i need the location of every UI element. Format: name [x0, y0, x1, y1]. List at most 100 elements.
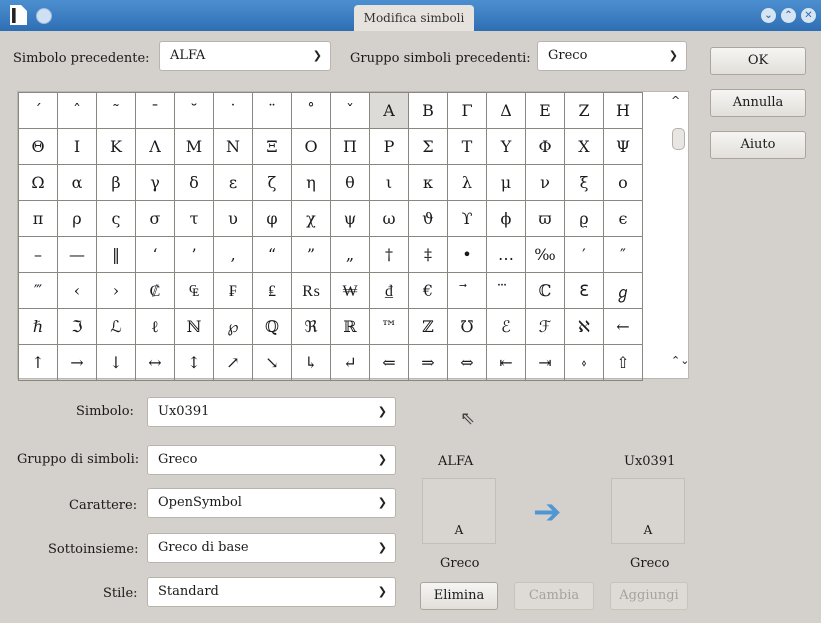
symbol-cell[interactable]: ⬫: [564, 344, 604, 381]
symbol-cell[interactable]: Ξ: [252, 128, 292, 165]
symbol-cell[interactable]: ↔: [135, 344, 175, 381]
symbol-cell[interactable]: α: [57, 164, 97, 201]
symbol-cell[interactable]: “: [252, 236, 292, 273]
symbol-cell[interactable]: ℒ: [96, 308, 136, 345]
symbol-cell[interactable]: ˚: [291, 92, 331, 129]
symbol-cell[interactable]: ‹: [57, 272, 97, 309]
symbol-cell[interactable]: „: [330, 236, 370, 273]
symbol-cell[interactable]: ⇧: [603, 344, 643, 381]
help-button[interactable]: Aiuto: [710, 131, 806, 159]
symbol-cell[interactable]: ¯: [135, 92, 175, 129]
symbol-cell[interactable]: θ: [330, 164, 370, 201]
symbol-cell[interactable]: ˇ: [330, 92, 370, 129]
symbol-cell[interactable]: ν: [525, 164, 565, 201]
symbol-cell[interactable]: ↵: [330, 344, 370, 381]
symbol-cell[interactable]: Β: [408, 92, 448, 129]
symbol-cell[interactable]: †: [369, 236, 409, 273]
symbol-cell[interactable]: ⇐: [369, 344, 409, 381]
grid-scrollbar[interactable]: ^ ⌃⌄: [668, 92, 689, 378]
symbol-cell[interactable]: ´: [18, 92, 58, 129]
symbol-cell[interactable]: δ: [174, 164, 214, 201]
minimize-button[interactable]: ⌄: [761, 8, 776, 23]
symbol-cell[interactable]: ˙: [213, 92, 253, 129]
symbol-cell[interactable]: ₡: [135, 272, 175, 309]
symbol-cell[interactable]: ℑ: [57, 308, 97, 345]
symbol-cell[interactable]: ⇤: [486, 344, 526, 381]
symbol-cell[interactable]: ψ: [330, 200, 370, 237]
symbol-cell[interactable]: υ: [213, 200, 253, 237]
symbol-cell[interactable]: Λ: [135, 128, 175, 165]
symbol-cell[interactable]: Ε: [525, 92, 565, 129]
symbol-cell[interactable]: ↑: [18, 344, 58, 381]
symbol-cell[interactable]: Γ: [447, 92, 487, 129]
symbol-cell[interactable]: τ: [174, 200, 214, 237]
close-button[interactable]: ✕: [801, 8, 816, 23]
symbol-combo[interactable]: Ux0391 ❯: [147, 397, 396, 427]
symbol-cell[interactable]: γ: [135, 164, 175, 201]
symbol-cell[interactable]: ℜ: [291, 308, 331, 345]
symbol-cell[interactable]: ϕ: [486, 200, 526, 237]
prev-group-combo[interactable]: Greco ❯: [537, 41, 687, 71]
symbol-cell[interactable]: ⃗: [447, 272, 487, 309]
symbol-cell[interactable]: Ζ: [564, 92, 604, 129]
symbol-cell[interactable]: ε: [213, 164, 253, 201]
symbol-cell[interactable]: ζ: [252, 164, 292, 201]
symbol-cell[interactable]: π: [18, 200, 58, 237]
symbol-cell[interactable]: ₩: [330, 272, 370, 309]
symbol-cell[interactable]: ‖: [96, 236, 136, 273]
add-button[interactable]: Aggiungi: [610, 582, 688, 610]
symbol-cell[interactable]: ℊ: [603, 272, 643, 309]
cancel-button[interactable]: Annulla: [710, 89, 806, 117]
symbol-cell[interactable]: β: [96, 164, 136, 201]
symbol-cell[interactable]: ₣: [213, 272, 253, 309]
symbol-cell[interactable]: ˆ: [57, 92, 97, 129]
symbol-cell[interactable]: ℵ: [564, 308, 604, 345]
modify-button[interactable]: Cambia: [514, 582, 594, 610]
symbol-cell[interactable]: ℓ: [135, 308, 175, 345]
symbol-cell[interactable]: ‴: [18, 272, 58, 309]
symbol-cell[interactable]: ϵ: [603, 200, 643, 237]
symbol-cell[interactable]: ‚: [213, 236, 253, 273]
symbol-cell[interactable]: η: [291, 164, 331, 201]
symbol-cell[interactable]: Ψ: [603, 128, 643, 165]
symbol-cell[interactable]: ℝ: [330, 308, 370, 345]
symbol-cell[interactable]: Η: [603, 92, 643, 129]
symbol-cell[interactable]: …: [486, 236, 526, 273]
symbol-cell[interactable]: ⃛: [486, 272, 526, 309]
symbol-cell[interactable]: ↕: [174, 344, 214, 381]
symbol-cell[interactable]: ₫: [369, 272, 409, 309]
symbol-cell[interactable]: ↳: [291, 344, 331, 381]
symbol-cell[interactable]: ℇ: [564, 272, 604, 309]
symbol-cell[interactable]: ′: [564, 236, 604, 273]
symbol-cell[interactable]: ˘: [174, 92, 214, 129]
symbol-cell[interactable]: Δ: [486, 92, 526, 129]
symbol-cell[interactable]: Υ: [486, 128, 526, 165]
symbol-cell[interactable]: Τ: [447, 128, 487, 165]
symbol-cell[interactable]: ‰: [525, 236, 565, 273]
symbol-cell[interactable]: —: [57, 236, 97, 273]
prev-symbol-combo[interactable]: ALFA ❯: [159, 41, 331, 71]
window-menu-button[interactable]: [36, 8, 52, 24]
symbol-cell[interactable]: ℱ: [525, 308, 565, 345]
symbol-cell[interactable]: Φ: [525, 128, 565, 165]
symbol-cell[interactable]: σ: [135, 200, 175, 237]
symbol-cell[interactable]: ″: [603, 236, 643, 273]
scroll-up-icon[interactable]: ^: [671, 94, 680, 107]
symbol-cell[interactable]: •: [447, 236, 487, 273]
symbol-cell[interactable]: →: [57, 344, 97, 381]
symbol-cell[interactable]: Ρ: [369, 128, 409, 165]
symbol-cell[interactable]: ϱ: [564, 200, 604, 237]
symbol-cell[interactable]: ’: [174, 236, 214, 273]
maximize-button[interactable]: ⌃: [781, 8, 796, 23]
symbol-cell[interactable]: φ: [252, 200, 292, 237]
symbol-cell[interactable]: –: [18, 236, 58, 273]
symbol-cell[interactable]: ›: [96, 272, 136, 309]
symbol-cell[interactable]: Ο: [291, 128, 331, 165]
symbol-cell[interactable]: ι: [369, 164, 409, 201]
symbol-cell[interactable]: ϒ: [447, 200, 487, 237]
symbol-cell[interactable]: Ι: [57, 128, 97, 165]
symbol-cell[interactable]: ₠: [174, 272, 214, 309]
symbol-cell[interactable]: ϖ: [525, 200, 565, 237]
symbol-cell[interactable]: ο: [603, 164, 643, 201]
symbol-cell[interactable]: ρ: [57, 200, 97, 237]
